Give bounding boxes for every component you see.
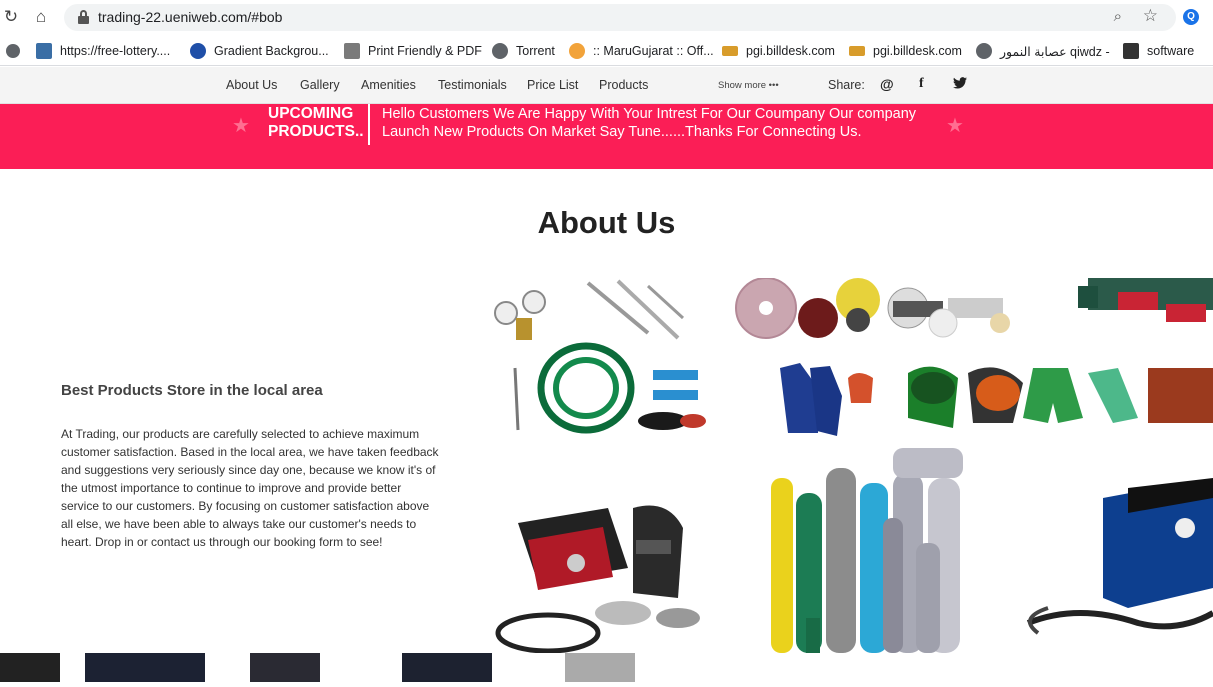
apps-globe-icon[interactable] (6, 44, 20, 58)
star-icon: ★ (232, 115, 250, 137)
globe-icon (976, 43, 992, 59)
bookmark-marugujarat[interactable]: :: MaruGujarat :: Off... (569, 41, 714, 61)
welding-machine-image (495, 505, 700, 653)
site-navigation: About Us Gallery Amenities Testimonials … (0, 67, 1213, 104)
browser-toolbar: ↻ ⌂ trading-22.ueniweb.com/#bob ⌕ ☆ Q (0, 0, 1213, 36)
banner-title: UPCOMING PRODUCTS.. (268, 105, 364, 140)
bookmarks-bar: https://free-lottery.... Gradient Backgr… (0, 36, 1213, 66)
profile-avatar[interactable]: Q (1183, 9, 1199, 25)
billdesk-icon (722, 46, 738, 56)
bookmark-billdesk-1[interactable]: pgi.billdesk.com (722, 41, 835, 61)
nav-about-us[interactable]: About Us (226, 78, 277, 92)
twitter-icon[interactable] (953, 76, 967, 92)
zoom-icon[interactable]: ⌕ (1114, 8, 1122, 25)
nav-products[interactable]: Products (599, 78, 648, 92)
show-more-button[interactable]: Show more ••• (718, 80, 779, 91)
announcement-banner: ★ UPCOMING PRODUCTS.. Hello Customers We… (0, 104, 1213, 169)
star-icon: ★ (946, 115, 964, 137)
mig-welder-image (1026, 478, 1213, 635)
facebook-icon[interactable]: f (919, 76, 924, 92)
home-icon[interactable]: ⌂ (30, 6, 52, 28)
bookmark-star-icon[interactable]: ☆ (1143, 6, 1158, 26)
email-icon[interactable]: @ (880, 76, 894, 92)
grinding-discs-image (735, 278, 1010, 339)
software-icon (1123, 43, 1139, 59)
banner-message: Hello Customers We Are Happy With Your I… (382, 106, 917, 140)
nav-testimonials[interactable]: Testimonials (438, 78, 507, 92)
reload-icon[interactable]: ↻ (0, 6, 22, 28)
printer-icon (344, 43, 360, 59)
about-description: At Trading, our products are carefully s… (61, 427, 439, 549)
billdesk-icon (849, 46, 865, 56)
bookmark-free-lottery[interactable]: https://free-lottery.... (36, 41, 170, 61)
bookmark-qiwdz[interactable]: عصابة النمور qiwdz - (976, 41, 1110, 61)
bookmark-billdesk-2[interactable]: pgi.billdesk.com (849, 41, 962, 61)
banner-divider (368, 104, 370, 145)
nav-price-list[interactable]: Price List (527, 78, 578, 92)
nav-amenities[interactable]: Amenities (361, 78, 416, 92)
gradient-favicon-icon (190, 43, 206, 59)
next-section-image-strip (0, 653, 1213, 682)
lock-icon (78, 10, 89, 24)
share-label: Share: (828, 78, 865, 92)
section-title: About Us (537, 205, 676, 240)
marugujarat-icon (569, 43, 585, 59)
gas-cylinders-image (771, 448, 963, 653)
power-tool-batteries-image (1078, 278, 1213, 322)
bookmark-software[interactable]: software (1123, 41, 1194, 61)
globe-icon (492, 43, 508, 59)
safety-gear-image (780, 363, 1213, 436)
bookmark-gradient[interactable]: Gradient Backgrou... (190, 41, 329, 61)
bookmark-torrent[interactable]: Torrent (492, 41, 555, 61)
site-favicon-icon (36, 43, 52, 59)
product-collage-image (488, 278, 1213, 653)
about-subheading: Best Products Store in the local area (61, 382, 323, 399)
address-bar[interactable]: trading-22.ueniweb.com/#bob ⌕ ☆ (64, 4, 1176, 31)
nav-gallery[interactable]: Gallery (300, 78, 340, 92)
url-text[interactable]: trading-22.ueniweb.com/#bob (98, 9, 282, 25)
bookmark-print-friendly[interactable]: Print Friendly & PDF (344, 41, 482, 61)
welding-kit-image (494, 279, 706, 434)
